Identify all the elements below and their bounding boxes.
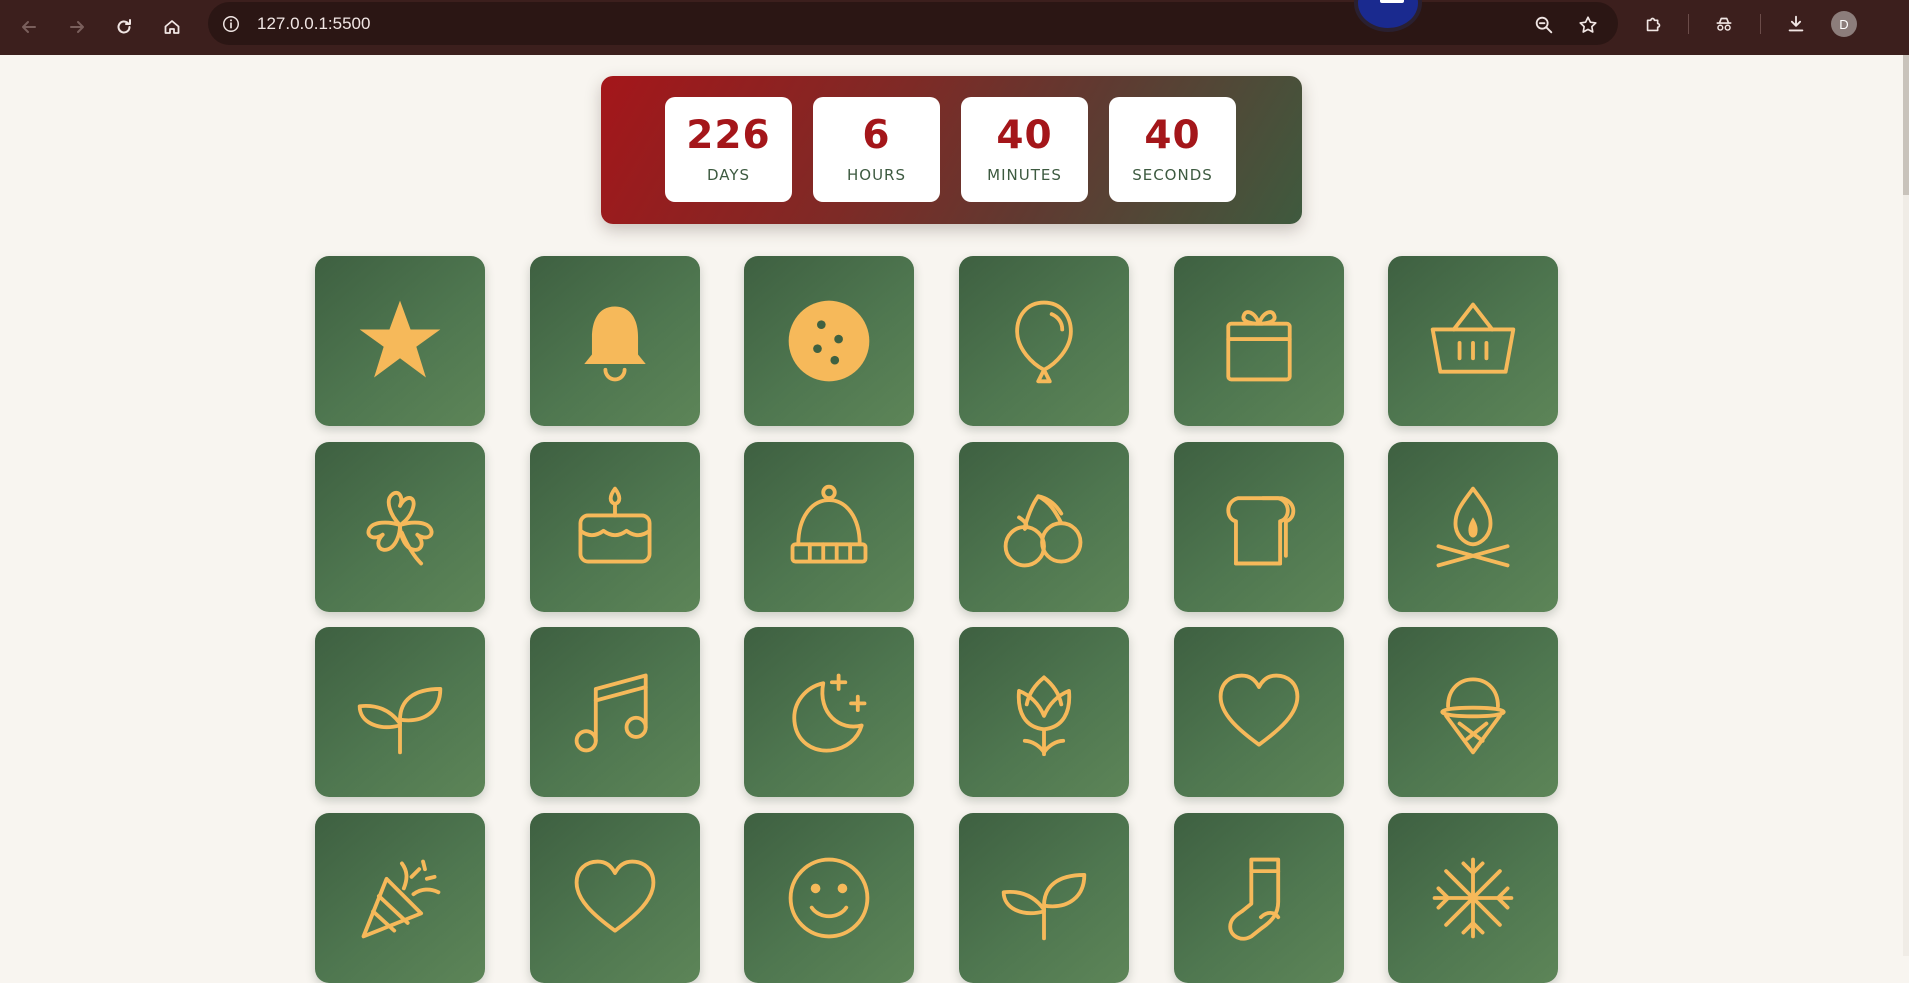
browser-toolbar: 127.0.0.1:5500 D — [0, 0, 1909, 55]
countdown-days: 226 DAYS — [665, 97, 792, 202]
countdown-seconds: 40 SECONDS — [1109, 97, 1236, 202]
url-text[interactable]: 127.0.0.1:5500 — [257, 14, 370, 34]
tile-heart[interactable] — [1174, 627, 1344, 797]
days-label: DAYS — [706, 166, 751, 184]
toolbar-divider — [1760, 14, 1761, 34]
downloads-icon[interactable] — [1783, 11, 1809, 37]
minutes-label: MINUTES — [987, 166, 1062, 184]
tile-sprout[interactable] — [315, 627, 485, 797]
ice-cream-icon — [1440, 677, 1506, 755]
heart-icon — [1218, 673, 1300, 747]
tile-heart-2[interactable] — [530, 813, 700, 983]
star-icon — [359, 300, 441, 378]
home-button[interactable] — [157, 12, 187, 42]
tile-bell[interactable] — [530, 256, 700, 426]
campfire-icon — [1436, 486, 1510, 568]
incognito-icon[interactable] — [1711, 11, 1737, 37]
reload-button[interactable] — [109, 12, 139, 42]
tulip-icon — [1016, 675, 1072, 757]
seconds-value: 40 — [1144, 113, 1201, 158]
cake-icon — [578, 486, 652, 564]
clover-icon — [366, 490, 434, 566]
tile-sock[interactable] — [1174, 813, 1344, 983]
tile-bread[interactable] — [1174, 442, 1344, 612]
tile-sprout-2[interactable] — [959, 813, 1129, 983]
minutes-value: 40 — [996, 113, 1053, 158]
days-value: 226 — [686, 113, 771, 158]
tile-tulip[interactable] — [959, 627, 1129, 797]
basket-icon — [1430, 302, 1516, 374]
tile-basket[interactable] — [1388, 256, 1558, 426]
tile-balloon[interactable] — [959, 256, 1129, 426]
back-button[interactable] — [14, 12, 44, 42]
tile-clover[interactable] — [315, 442, 485, 612]
tile-moon[interactable] — [744, 627, 914, 797]
hours-value: 6 — [862, 113, 891, 158]
heart-icon — [574, 859, 656, 933]
tile-cake[interactable] — [530, 442, 700, 612]
tile-snowflake[interactable] — [1388, 813, 1558, 983]
music-notes-icon — [574, 673, 648, 753]
back-icon — [22, 21, 36, 33]
tile-party[interactable] — [315, 813, 485, 983]
tile-music[interactable] — [530, 627, 700, 797]
forward-icon — [70, 21, 84, 33]
scrollbar[interactable] — [1903, 55, 1909, 956]
site-info-icon[interactable] — [220, 13, 242, 35]
tile-ice-cream[interactable] — [1388, 627, 1558, 797]
countdown-minutes: 40 MINUTES — [961, 97, 1088, 202]
extensions-icon[interactable] — [1641, 11, 1667, 37]
tile-gift[interactable] — [1174, 256, 1344, 426]
toolbar-divider — [1688, 14, 1689, 34]
scrollbar-thumb[interactable] — [1903, 55, 1909, 195]
forward-button[interactable] — [62, 12, 92, 42]
cookie-icon — [788, 300, 870, 382]
countdown-panel: 226 DAYS 6 HOURS 40 MINUTES 40 SECONDS — [601, 76, 1302, 224]
reload-icon — [117, 19, 131, 34]
tile-beanie[interactable] — [744, 442, 914, 612]
tile-cookie[interactable] — [744, 256, 914, 426]
beanie-icon — [790, 484, 868, 564]
tile-star[interactable] — [315, 256, 485, 426]
hours-label: HOURS — [846, 166, 906, 184]
sock-icon — [1228, 857, 1281, 941]
cherries-icon — [1003, 494, 1083, 568]
zoom-icon[interactable] — [1532, 13, 1556, 37]
profile-avatar[interactable]: D — [1831, 11, 1857, 37]
balloon-icon — [1015, 300, 1073, 384]
tile-smiley[interactable] — [744, 813, 914, 983]
bread-icon — [1226, 496, 1296, 566]
countdown-hours: 6 HOURS — [813, 97, 940, 202]
sprout-icon — [1001, 873, 1087, 941]
home-icon — [164, 20, 180, 34]
bookmark-star-icon[interactable] — [1576, 13, 1600, 37]
party-popper-icon — [361, 859, 441, 939]
gift-icon — [1226, 310, 1292, 382]
tile-cherries[interactable] — [959, 442, 1129, 612]
tile-campfire[interactable] — [1388, 442, 1558, 612]
moon-stars-icon — [792, 673, 867, 753]
sprout-icon — [357, 687, 443, 755]
smiley-icon — [788, 857, 870, 939]
bell-icon — [584, 306, 646, 382]
snowflake-icon — [1432, 857, 1514, 939]
seconds-label: SECONDS — [1132, 166, 1213, 184]
